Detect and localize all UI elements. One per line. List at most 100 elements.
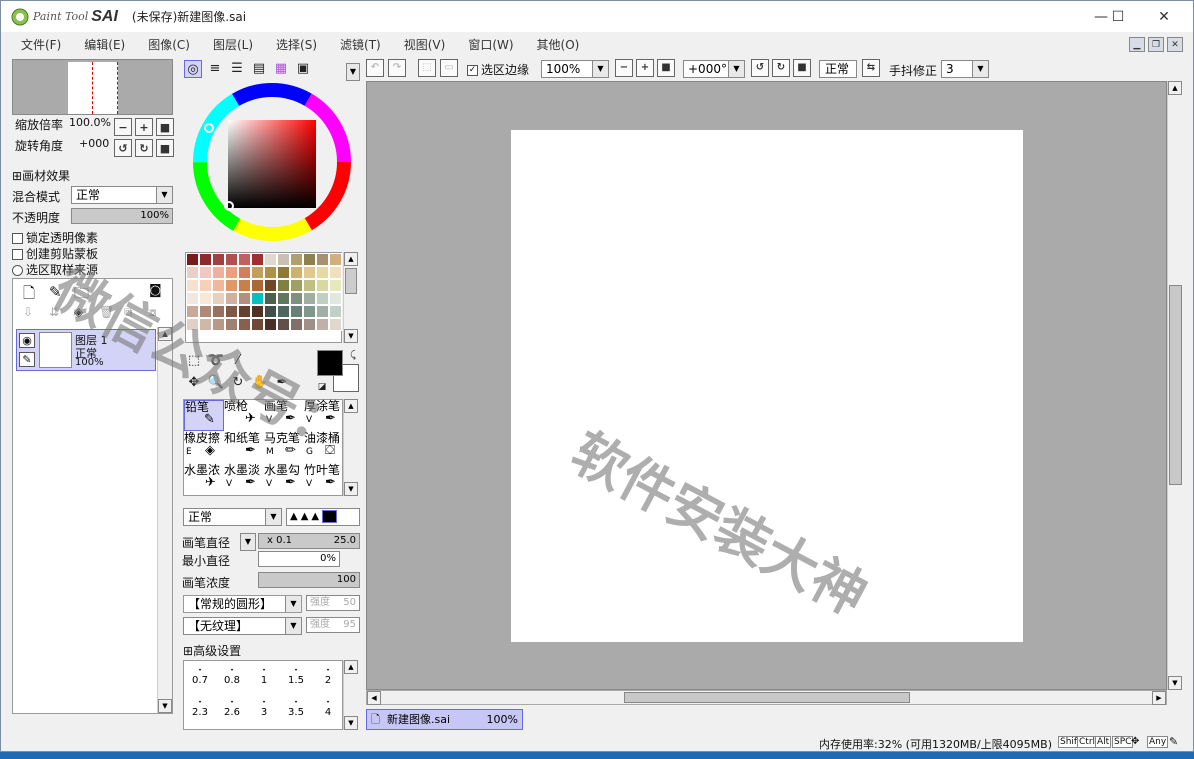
brush-tool[interactable]: 画笔 V ✒ bbox=[264, 400, 304, 431]
scroll-down-icon[interactable]: ▼ bbox=[1168, 676, 1182, 690]
zoom-icon[interactable]: 🔍 bbox=[207, 374, 225, 392]
brush-scrollbar[interactable]: ▲ ▼ bbox=[343, 399, 359, 496]
maximize-button[interactable]: ☐ bbox=[1095, 1, 1141, 32]
color-swatch[interactable] bbox=[212, 292, 225, 305]
brush-tool[interactable]: 橡皮擦 E ◈ bbox=[184, 432, 224, 463]
size-scrollbar[interactable]: ▲ ▼ bbox=[343, 660, 359, 730]
pen-icon[interactable]: ✎ bbox=[19, 352, 35, 367]
canvas-angle-select[interactable]: +000° ▼ bbox=[683, 60, 745, 78]
scroll-right-icon[interactable]: ▶ bbox=[1152, 691, 1166, 705]
size-preset[interactable]: • 4 bbox=[312, 699, 344, 718]
document-tab[interactable]: 🗋 新建图像.sai 100% bbox=[366, 709, 523, 730]
color-swatch[interactable] bbox=[277, 292, 290, 305]
color-swatch[interactable] bbox=[199, 305, 212, 318]
brush-tool[interactable]: 油漆桶 G ⛋ bbox=[304, 432, 344, 463]
density-slider[interactable]: 100 bbox=[258, 572, 360, 588]
mdi-restore-icon[interactable]: ❐ bbox=[1148, 37, 1164, 52]
scroll-up-icon[interactable]: ▲ bbox=[344, 252, 358, 266]
zoom-reset-button[interactable]: ■ bbox=[156, 118, 174, 136]
canvas-paper[interactable] bbox=[511, 130, 1023, 642]
color-swatch[interactable] bbox=[329, 279, 342, 292]
scroll-down-icon[interactable]: ▼ bbox=[344, 716, 358, 730]
color-swatch[interactable] bbox=[264, 253, 277, 266]
brush-mode-select[interactable]: 正常 ▼ bbox=[183, 508, 282, 526]
opacity-slider[interactable]: 100% bbox=[71, 208, 173, 224]
rotate-value[interactable]: +000 bbox=[79, 137, 109, 150]
color-swatch[interactable] bbox=[238, 305, 251, 318]
rect-select-icon[interactable]: ⬚ bbox=[185, 352, 203, 370]
advanced-settings-toggle[interactable]: ⊞高级设置 bbox=[183, 642, 241, 659]
brush-edge-shapes[interactable]: ▲▲▲■ bbox=[286, 508, 360, 526]
menu-layer[interactable]: 图层(L) bbox=[213, 36, 253, 53]
size-preset[interactable]: • 1.5 bbox=[280, 667, 312, 686]
scroll-up-icon[interactable]: ▲ bbox=[344, 660, 358, 674]
transfer-down-icon[interactable]: ⇩ bbox=[23, 305, 33, 319]
color-swatch[interactable] bbox=[316, 253, 329, 266]
color-swatch[interactable] bbox=[186, 292, 199, 305]
scratchpad-tab-icon[interactable]: ▣ bbox=[294, 60, 312, 78]
menu-select[interactable]: 选择(S) bbox=[276, 36, 317, 53]
color-swatch[interactable] bbox=[251, 305, 264, 318]
color-swatch[interactable] bbox=[186, 253, 199, 266]
color-swatch[interactable] bbox=[303, 305, 316, 318]
undo-icon[interactable]: ↶ bbox=[366, 59, 384, 77]
color-swatch[interactable] bbox=[316, 305, 329, 318]
menu-file[interactable]: 文件(F) bbox=[21, 36, 61, 53]
color-swatch[interactable] bbox=[264, 279, 277, 292]
zoom-out-button[interactable]: − bbox=[114, 118, 132, 136]
color-swatch[interactable] bbox=[212, 253, 225, 266]
color-swatch[interactable] bbox=[225, 253, 238, 266]
swap-colors-icon[interactable]: ⤹ bbox=[344, 347, 362, 365]
clip-mask-checkbox[interactable]: 创建剪贴蒙板 bbox=[12, 245, 98, 262]
scroll-down-icon[interactable]: ▼ bbox=[344, 329, 358, 343]
rotate-left-button[interactable]: ↺ bbox=[751, 59, 769, 77]
layer-row[interactable]: ◉ ✎ 图层 1 正常 100% bbox=[16, 329, 156, 371]
new-vector-layer-icon[interactable]: ✎ bbox=[49, 283, 62, 301]
canvas-zoom-select[interactable]: 100% ▼ bbox=[541, 60, 609, 78]
color-swatch[interactable] bbox=[251, 253, 264, 266]
color-swatch-grid[interactable] bbox=[185, 252, 342, 343]
color-swatch[interactable] bbox=[303, 292, 316, 305]
color-swatch[interactable] bbox=[186, 318, 199, 331]
panel-menu-button[interactable]: ▼ bbox=[346, 63, 360, 81]
invert-selection-icon[interactable]: ▭ bbox=[440, 59, 458, 77]
menu-other[interactable]: 其他(O) bbox=[537, 36, 580, 53]
color-swatch[interactable] bbox=[277, 266, 290, 279]
size-preset[interactable]: • 3 bbox=[248, 699, 280, 718]
rotate-reset-button[interactable]: ■ bbox=[793, 59, 811, 77]
color-swatch[interactable] bbox=[251, 318, 264, 331]
color-wheel-tab-icon[interactable]: ◎ bbox=[184, 60, 202, 78]
color-swatch[interactable] bbox=[251, 292, 264, 305]
size-multiplier-select[interactable]: ▼ bbox=[240, 533, 256, 551]
menu-edit[interactable]: 编辑(E) bbox=[84, 36, 125, 53]
color-wheel[interactable] bbox=[191, 81, 353, 243]
lasso-icon[interactable]: ➰ bbox=[207, 352, 225, 370]
color-swatch[interactable] bbox=[277, 279, 290, 292]
stabilizer-select[interactable]: 3 ▼ bbox=[941, 60, 989, 78]
color-swatch[interactable] bbox=[238, 292, 251, 305]
color-swatch[interactable] bbox=[251, 266, 264, 279]
size-preset[interactable]: • 1 bbox=[248, 667, 280, 686]
canvas-vscrollbar[interactable]: ▲ ▼ bbox=[1167, 81, 1183, 690]
color-swatch[interactable] bbox=[212, 318, 225, 331]
color-swatch[interactable] bbox=[303, 318, 316, 331]
brush-tool[interactable]: 水墨浓 ✈ bbox=[184, 464, 224, 495]
zoom-in-button[interactable]: + bbox=[636, 59, 654, 77]
color-swatch[interactable] bbox=[225, 305, 238, 318]
merge-down-icon[interactable]: ⇊ bbox=[49, 305, 59, 319]
color-swatch[interactable] bbox=[251, 279, 264, 292]
paste-layer-icon[interactable]: ⧇ bbox=[149, 305, 157, 320]
hand-icon[interactable]: ✋ bbox=[251, 374, 269, 392]
color-swatch[interactable] bbox=[199, 318, 212, 331]
scroll-down-icon[interactable]: ▼ bbox=[344, 482, 358, 496]
brush-shape-select[interactable]: 【常规的圆形】 ▼ bbox=[183, 595, 302, 613]
foreground-color-swatch[interactable] bbox=[317, 350, 343, 376]
size-preset[interactable]: • 2.3 bbox=[184, 699, 216, 718]
color-swatch[interactable] bbox=[238, 253, 251, 266]
brush-tool[interactable]: 竹叶笔 V ✒ bbox=[304, 464, 344, 495]
color-swatch[interactable] bbox=[303, 266, 316, 279]
deselect-icon[interactable]: ⬚ bbox=[418, 59, 436, 77]
menu-image[interactable]: 图像(C) bbox=[148, 36, 190, 53]
color-swatch[interactable] bbox=[290, 305, 303, 318]
brush-tool[interactable]: 和纸笔 ✒ bbox=[224, 432, 264, 463]
